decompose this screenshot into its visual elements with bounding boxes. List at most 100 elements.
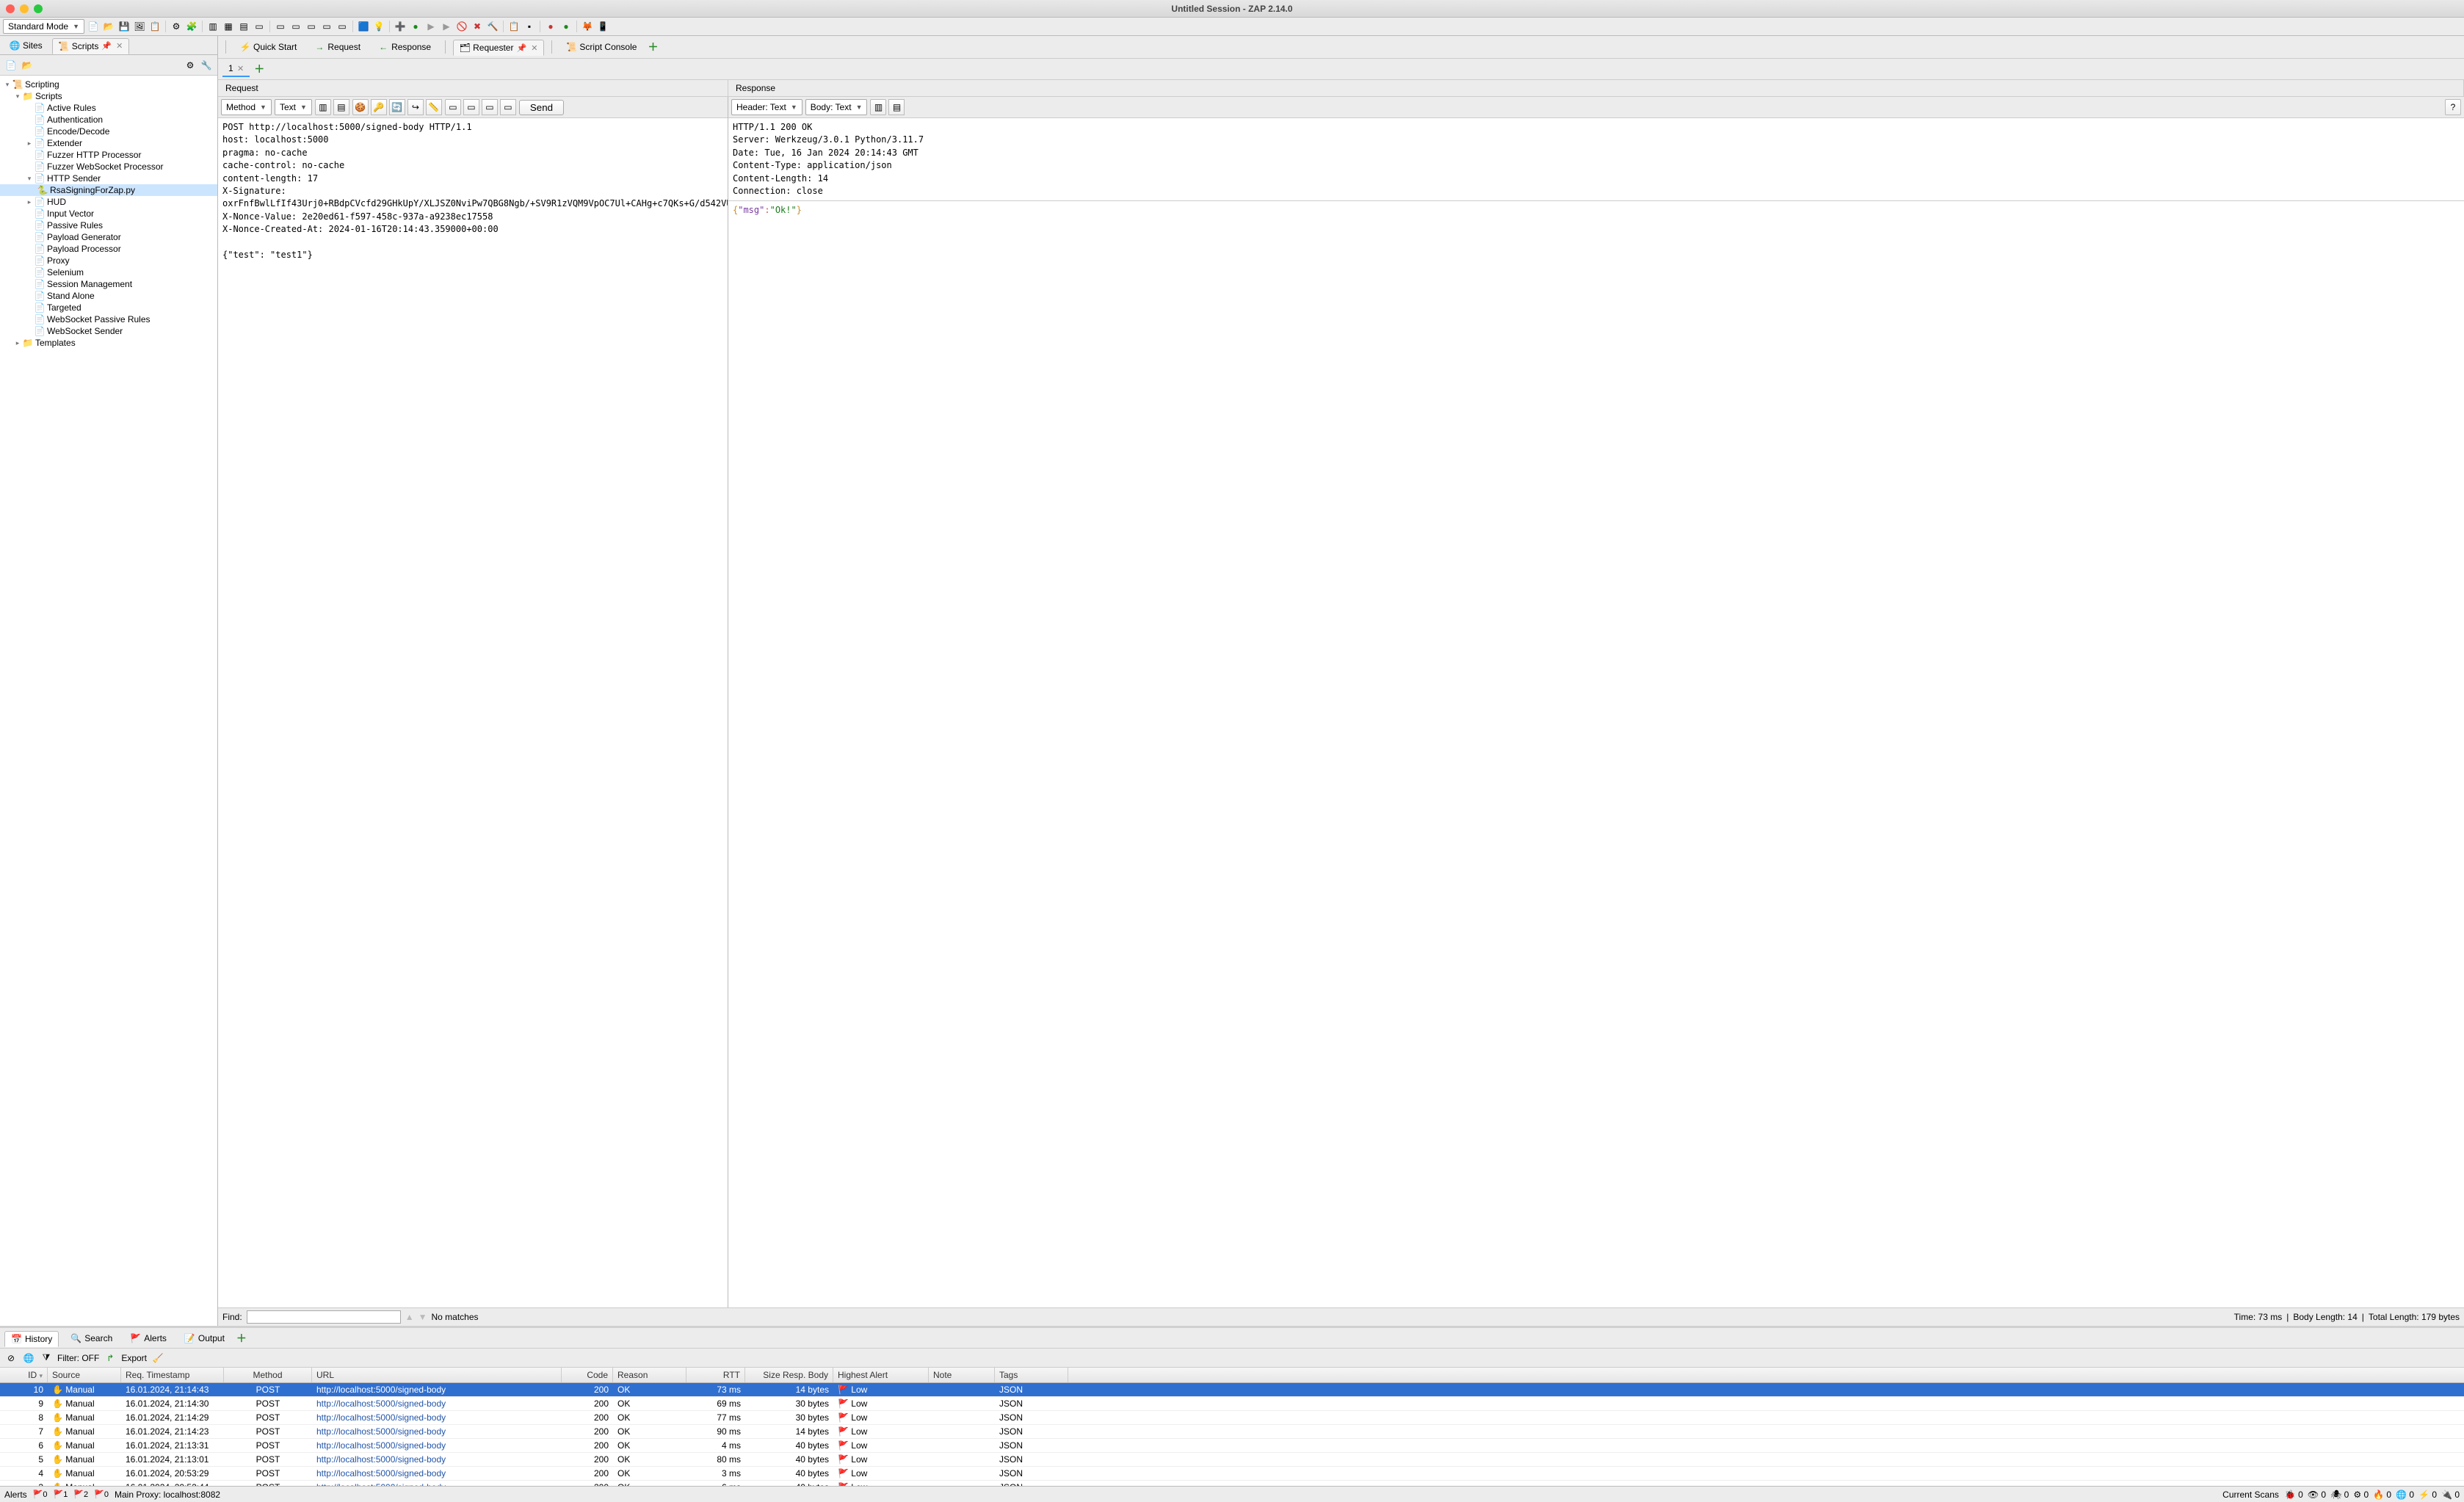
auth-button[interactable]: 🔑 (371, 99, 387, 115)
response-body-dropdown[interactable]: Body: Text▼ (805, 99, 868, 115)
tree-item[interactable]: ▸ 📄 Extender (0, 137, 217, 149)
break-add-icon[interactable]: ➕ (394, 20, 407, 33)
snapshot-icon[interactable]: 🖼 (133, 20, 146, 33)
globe-icon[interactable]: 🌐 (22, 1352, 35, 1365)
close-window-button[interactable] (6, 4, 15, 13)
session-properties-icon[interactable]: 📋 (148, 20, 162, 33)
break-drop-icon[interactable]: 🚫 (455, 20, 468, 33)
minimize-window-button[interactable] (20, 4, 29, 13)
save-session-icon[interactable]: 💾 (117, 20, 131, 33)
table-row[interactable]: 10 ✋ Manual 16.01.2024, 21:14:43 POST ht… (0, 1383, 2464, 1397)
clipboard-icon[interactable]: 📋 (507, 20, 521, 33)
brush-icon[interactable]: 🧹 (151, 1352, 164, 1365)
tree-item[interactable]: ▾ 📄 HTTP Sender (0, 173, 217, 184)
tree-item[interactable]: 📄 Selenium (0, 266, 217, 278)
forced-browse-icon[interactable]: 🔨 (486, 20, 499, 33)
tab-alerts[interactable]: 🚩Alerts (124, 1331, 173, 1346)
panel-1-icon[interactable]: ▭ (274, 20, 287, 33)
panel-2-icon[interactable]: ▭ (289, 20, 302, 33)
browser-firefox-icon[interactable]: 🦊 (581, 20, 594, 33)
response-header-dropdown[interactable]: Header: Text▼ (731, 99, 802, 115)
th-method[interactable]: Method (224, 1368, 312, 1382)
th-note[interactable]: Note (929, 1368, 995, 1382)
th-tags[interactable]: Tags (995, 1368, 1068, 1382)
table-row[interactable]: 6 ✋ Manual 16.01.2024, 21:13:31 POST htt… (0, 1439, 2464, 1453)
tree-item[interactable]: ▸ 📄 HUD (0, 196, 217, 208)
split-horizontal-button[interactable]: ▥ (315, 99, 331, 115)
addons-icon[interactable]: 🧩 (185, 20, 198, 33)
layout-tabs-icon[interactable]: ▭ (253, 20, 266, 33)
tab-search[interactable]: 🔍Search (65, 1331, 118, 1346)
response-body-view[interactable]: {"msg":"Ok!"} (728, 200, 2464, 1307)
th-timestamp[interactable]: Req. Timestamp (121, 1368, 224, 1382)
alert-low-count[interactable]: 🚩2 (73, 1490, 88, 1499)
th-alert[interactable]: Highest Alert (833, 1368, 929, 1382)
tree-item[interactable]: 📄 Passive Rules (0, 220, 217, 231)
titlebar[interactable]: Untitled Session - ZAP 2.14.0 (0, 0, 2464, 18)
mode-dropdown[interactable]: Standard Mode ▼ (3, 19, 84, 34)
find-prev-icon[interactable]: ▲ (405, 1312, 414, 1322)
split-horizontal-button[interactable]: ▥ (870, 99, 886, 115)
filter-funnel-icon[interactable]: ⧩ (40, 1352, 53, 1365)
th-size[interactable]: Size Resp. Body (745, 1368, 833, 1382)
options-icon[interactable]: 🔧 (200, 59, 213, 72)
new-session-icon[interactable]: 📄 (87, 20, 100, 33)
th-url[interactable]: URL (312, 1368, 562, 1382)
find-next-icon[interactable]: ▼ (418, 1312, 427, 1322)
alert-medium-count[interactable]: 🚩1 (54, 1490, 68, 1499)
panel-5-icon[interactable]: ▭ (336, 20, 349, 33)
split-vertical-button[interactable]: ▤ (333, 99, 349, 115)
tab-history[interactable]: 📅History (4, 1331, 59, 1347)
record-on-icon[interactable]: ● (559, 20, 573, 33)
scan-count[interactable]: 🌐 0 (2396, 1490, 2414, 1500)
th-code[interactable]: Code (562, 1368, 613, 1382)
open-session-icon[interactable]: 📂 (102, 20, 115, 33)
tab-requester[interactable]: 🗂 Requester 📌 ✕ (453, 40, 544, 56)
table-row[interactable]: 8 ✋ Manual 16.01.2024, 21:14:29 POST htt… (0, 1411, 2464, 1425)
tree-item[interactable]: 📄 Stand Alone (0, 290, 217, 302)
close-icon[interactable]: ✕ (531, 43, 537, 53)
break-step-icon[interactable]: ▶ (424, 20, 438, 33)
add-bottom-tab-button[interactable]: ＋ (236, 1331, 247, 1346)
tab-response[interactable]: ← Response (372, 39, 438, 55)
request-tab-1[interactable]: 1 ✕ (222, 61, 250, 77)
break-record-icon[interactable]: ● (409, 20, 422, 33)
terminal-icon[interactable]: ▪ (523, 20, 536, 33)
marketplace-icon[interactable]: 🟦 (357, 20, 370, 33)
alert-info-count[interactable]: 🚩0 (94, 1490, 109, 1499)
tree-item[interactable]: 📄 Payload Generator (0, 231, 217, 243)
tree-item[interactable]: 📄 Input Vector (0, 208, 217, 220)
collapse-icon[interactable]: ▾ (3, 81, 12, 89)
split-vertical-button[interactable]: ▤ (888, 99, 905, 115)
scan-count[interactable]: ⚡ 0 (2418, 1490, 2437, 1500)
scan-count[interactable]: 👁 0 (2308, 1490, 2326, 1500)
tree-scripts[interactable]: ▾ 📁 Scripts (0, 90, 217, 102)
tab-request[interactable]: → Request (308, 39, 367, 55)
layout-3-icon[interactable]: ▤ (237, 20, 250, 33)
layout-1-icon[interactable]: ▥ (206, 20, 220, 33)
tree-item[interactable]: 📄 WebSocket Passive Rules (0, 313, 217, 325)
scan-count[interactable]: 🕷 0 (2330, 1490, 2349, 1500)
load-script-icon[interactable]: 📂 (21, 59, 34, 72)
scan-count[interactable]: ⚙ 0 (2353, 1490, 2369, 1500)
export-icon[interactable]: ↱ (104, 1352, 117, 1365)
find-input[interactable] (247, 1310, 401, 1324)
break-continue-icon[interactable]: ▶ (440, 20, 453, 33)
th-rtt[interactable]: RTT (686, 1368, 745, 1382)
panel-3-icon[interactable]: ▭ (305, 20, 318, 33)
close-icon[interactable]: ✕ (237, 65, 244, 73)
expand-icon[interactable]: ▸ (25, 139, 34, 148)
tree-item[interactable]: 📄 Encode/Decode (0, 126, 217, 137)
add-request-button[interactable]: ＋ (254, 62, 264, 76)
tree-item[interactable]: 📄 WebSocket Sender (0, 325, 217, 337)
new-script-icon[interactable]: 📄 (4, 59, 18, 72)
layout-2-icon[interactable]: ▦ (222, 20, 235, 33)
tab-scripts[interactable]: 📜 Scripts 📌 ✕ (52, 38, 130, 54)
break-bin-icon[interactable]: ✖ (471, 20, 484, 33)
layout-tabs-button[interactable]: ▭ (482, 99, 498, 115)
tree-item[interactable]: 📄 Fuzzer WebSocket Processor (0, 161, 217, 173)
tree-item[interactable]: 📄 Proxy (0, 255, 217, 266)
scan-count[interactable]: 🔌 0 (2441, 1490, 2460, 1500)
tab-output[interactable]: 📝Output (178, 1331, 231, 1346)
panel-4-icon[interactable]: ▭ (320, 20, 333, 33)
